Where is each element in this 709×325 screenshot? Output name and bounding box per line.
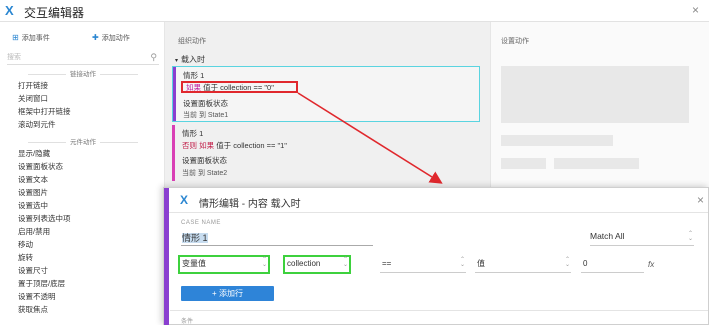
fx-icon[interactable]: fx [648, 260, 654, 269]
divider [170, 310, 708, 311]
case-editor-dialog: X 情形编辑 - 内容 载入时 × CASE NAME 情形 1 Match A… [163, 187, 709, 325]
case-name-label: CASE NAME [181, 220, 221, 226]
select-spinner-icon: ⌃ ⌄ [564, 257, 570, 268]
dialog-header: X 情形编辑 - 内容 载入时 × [169, 188, 708, 213]
select-spinner-icon: ⌃ ⌄ [342, 257, 348, 268]
value-input[interactable]: 0 [581, 257, 644, 273]
conditions-label: 条件 [181, 319, 194, 325]
add-row-button[interactable]: + 添加行 [181, 286, 274, 301]
close-dialog-icon[interactable]: × [697, 193, 704, 207]
select-spinner-icon: ⌃ ⌄ [261, 257, 267, 268]
select-spinner-icon: ⌃ ⌄ [459, 257, 465, 268]
operator-select[interactable]: == ⌃ ⌄ [380, 257, 466, 273]
dialog-title: 情形编辑 - 内容 载入时 [199, 199, 301, 210]
value-type-select[interactable]: 值 ⌃ ⌄ [475, 257, 571, 273]
select-spinner-icon: ⌃ ⌄ [687, 231, 693, 242]
variable-select[interactable]: collection ⌃ ⌄ [283, 255, 351, 274]
app-logo-icon: X [180, 193, 189, 207]
match-select[interactable]: Match All ⌃ ⌄ [590, 231, 694, 246]
condition-type-select[interactable]: 变量值 ⌃ ⌄ [178, 255, 270, 274]
case-name-input[interactable]: 情形 1 [181, 231, 373, 246]
